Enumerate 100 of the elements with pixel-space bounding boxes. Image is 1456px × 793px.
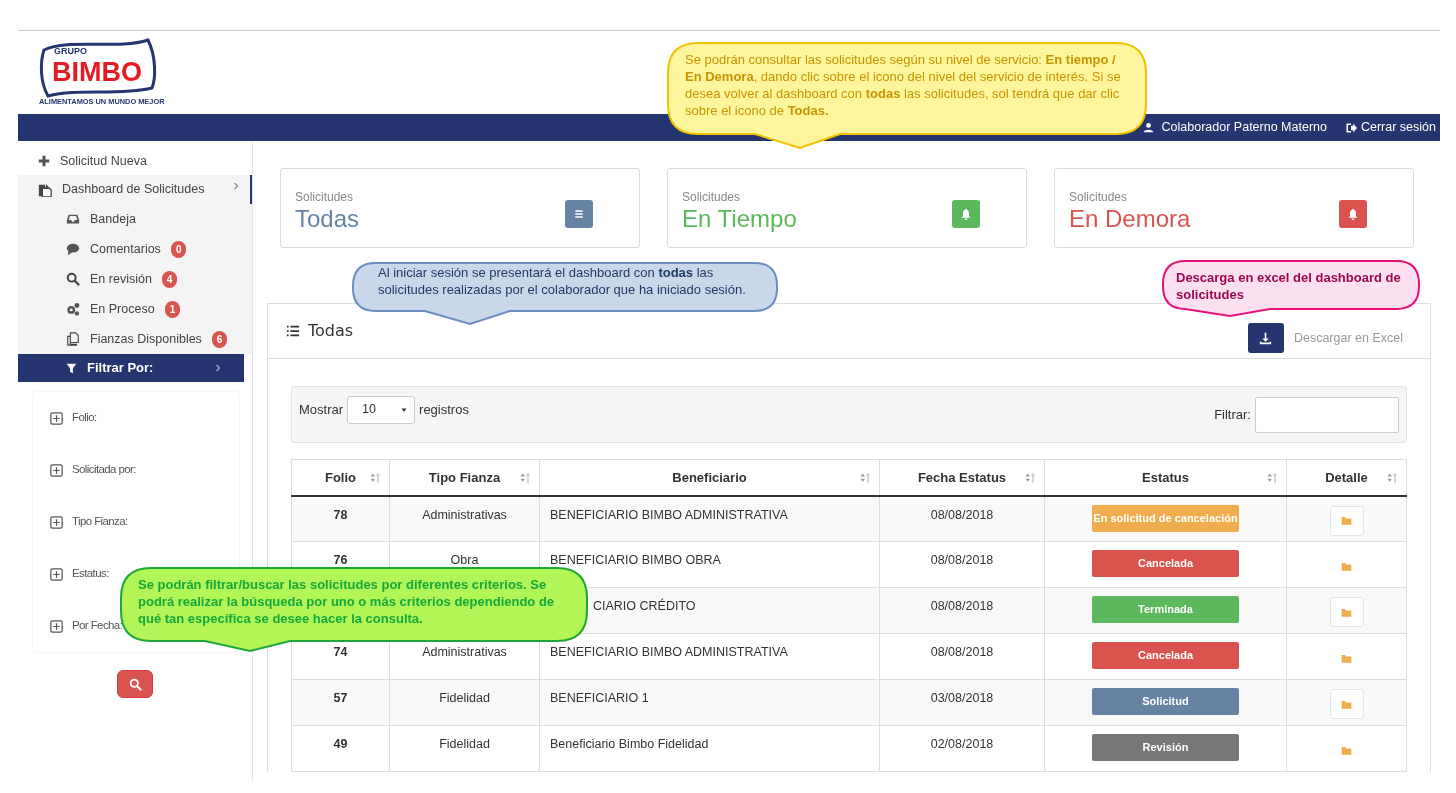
sort-icon	[519, 472, 531, 484]
sidebar-subitem[interactable]: Bandeja	[18, 204, 252, 234]
column-header[interactable]: Fecha Estatus	[879, 459, 1045, 496]
folder-icon	[1341, 698, 1352, 710]
column-header[interactable]: Tipo Fianza	[389, 459, 540, 496]
logo-wordmark: BIMBO	[52, 57, 142, 87]
page-size-select[interactable]: 10	[347, 395, 416, 424]
card-title: En Tiempo	[682, 205, 797, 232]
status-badge: Revisión	[1092, 734, 1239, 761]
expand-icon	[50, 619, 63, 633]
chevron-icon	[232, 181, 240, 190]
filter-field[interactable]: Solicitada por:	[50, 461, 136, 479]
filter-icon	[66, 362, 77, 374]
user-menu[interactable]: Colaborador Paterno Materno	[1142, 118, 1327, 137]
filter-field[interactable]: Estatus:	[50, 565, 109, 583]
status-badge: Terminada	[1092, 596, 1239, 623]
sort-icon	[1386, 472, 1398, 484]
detail-button[interactable]	[1329, 689, 1364, 719]
download-button[interactable]	[1247, 323, 1284, 353]
show-label: Mostrar	[299, 400, 344, 419]
filter-field[interactable]: Folio:	[50, 409, 97, 427]
table-cell: 08/08/2018	[879, 541, 1045, 588]
item-label: En Proceso	[90, 300, 155, 318]
summary-card[interactable]: Solicitudes Todas	[280, 168, 640, 248]
table-cell: Beneficiario Bimbo Fidelidad	[539, 725, 880, 772]
sort-icon	[1024, 472, 1036, 484]
filter-input[interactable]	[1255, 396, 1399, 433]
search-icon	[66, 272, 80, 286]
search-button[interactable]	[117, 670, 153, 698]
count-badge: 4	[161, 270, 178, 288]
filter-field[interactable]: Tipo Fianza:	[50, 513, 128, 531]
column-header[interactable]: Beneficiario	[539, 459, 880, 496]
card-label: Solicitudes	[682, 188, 742, 206]
filter-field[interactable]: Por Fecha:	[50, 617, 123, 635]
bell-icon[interactable]	[1339, 200, 1367, 228]
detail-button[interactable]	[1329, 505, 1364, 536]
status-badge: Cancelada	[1092, 642, 1239, 669]
expand-icon	[50, 463, 63, 477]
table-cell: 57	[291, 679, 390, 726]
card-label: Solicitudes	[1069, 188, 1129, 206]
sort-icon	[369, 472, 381, 484]
card-title: Todas	[295, 205, 360, 232]
callout-text: Se podrán filtrar/buscar las solicitudes por diferentes criterios. Se podrá realizar la búsqueda por uno o más criterios dependiendo de qué tan específica se desee hacer la consulta.	[137, 576, 556, 628]
callout-text: Al iniciar sesión se presentará el dashboard con todas las solicitudes realizadas por el colaborador que ha iniciado sesión.	[377, 264, 747, 299]
expand-icon	[50, 515, 63, 529]
records-label: registros	[419, 400, 469, 419]
user-icon	[1142, 122, 1154, 133]
table-cell: 08/08/2018	[879, 587, 1045, 634]
bell-icon[interactable]	[952, 200, 980, 228]
sort-icon	[859, 472, 871, 484]
gears-icon	[66, 302, 80, 316]
sidebar-subitem[interactable]: En Proceso 1	[18, 294, 252, 324]
item-label: Fianzas Disponibles	[90, 330, 202, 348]
table-cell: 03/08/2018	[879, 679, 1045, 726]
status-badge: Cancelada	[1092, 550, 1239, 577]
status-badge: En solicitud de cancelación	[1092, 504, 1239, 532]
list-icon[interactable]	[565, 200, 593, 228]
chevron-icon	[214, 364, 222, 372]
sidebar-item[interactable]: Dashboard de Solicitudes	[18, 175, 252, 204]
expand-icon	[50, 411, 63, 425]
card-title: En Demora	[1069, 205, 1191, 232]
sidebar-item[interactable]: Solicitud Nueva	[18, 147, 252, 175]
item-label: En revisión	[90, 270, 152, 288]
table-cell: 08/08/2018	[879, 495, 1045, 542]
table-cell: 02/08/2018	[879, 725, 1045, 772]
folder-icon	[1341, 744, 1352, 756]
count-badge: 0	[170, 240, 187, 258]
table-cell: 49	[291, 725, 390, 772]
search-icon	[128, 678, 142, 692]
status-badge: Solicitud	[1092, 688, 1239, 715]
card-label: Solicitudes	[295, 188, 355, 206]
folder-icon	[1341, 560, 1352, 572]
detail-button[interactable]	[1329, 597, 1364, 627]
filter-label: Filtrar Por:	[87, 359, 154, 378]
filter-label: Filtrar:	[1214, 405, 1251, 424]
sidebar-subitem[interactable]: En revisión 4	[18, 264, 252, 294]
item-label: Comentarios	[90, 240, 161, 258]
table-cell: BENEFICIARIO BIMBO ADMINISTRATIVA	[539, 495, 880, 542]
folder-icon	[1341, 606, 1352, 618]
documents-icon	[38, 182, 52, 197]
filter-header[interactable]: Filtrar Por:	[18, 354, 244, 382]
table-cell: Fidelidad	[389, 679, 540, 726]
logout-link[interactable]: Cerrar sesión	[1344, 118, 1436, 137]
table-cell: 08/08/2018	[879, 633, 1045, 680]
comment-icon	[66, 242, 80, 256]
logo-text: GRUPO	[54, 46, 87, 56]
plus-icon	[38, 155, 50, 167]
table-cell: Fidelidad	[389, 725, 540, 772]
column-header[interactable]: Folio	[291, 459, 390, 496]
folder-icon	[1341, 652, 1352, 664]
sidebar-subitem[interactable]: Fianzas Disponibles 6	[18, 324, 252, 354]
summary-card[interactable]: Solicitudes En Tiempo	[667, 168, 1027, 248]
panel-title: Todas	[308, 320, 354, 342]
column-header[interactable]: Estatus	[1044, 459, 1287, 496]
column-header[interactable]: Detalle	[1286, 459, 1407, 496]
summary-card[interactable]: Solicitudes En Demora	[1054, 168, 1414, 248]
list-icon	[286, 324, 300, 338]
sidebar-subitem[interactable]: Comentarios 0	[18, 234, 252, 264]
table-cell: 78	[291, 495, 390, 542]
sort-icon	[1266, 472, 1278, 484]
